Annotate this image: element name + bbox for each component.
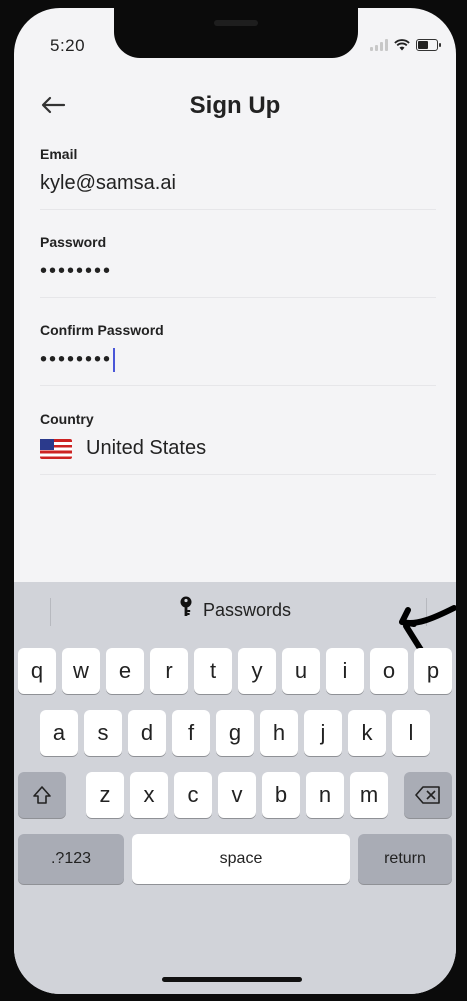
wifi-icon xyxy=(394,39,410,51)
key-k[interactable]: k xyxy=(348,710,386,756)
key-z[interactable]: z xyxy=(86,772,124,818)
key-r[interactable]: r xyxy=(150,648,188,694)
password-field[interactable]: Password •••••••• xyxy=(40,234,436,298)
notch xyxy=(114,8,358,58)
key-m[interactable]: m xyxy=(350,772,388,818)
key-j[interactable]: j xyxy=(304,710,342,756)
confirm-password-label: Confirm Password xyxy=(40,322,164,338)
status-time: 5:20 xyxy=(50,36,86,55)
speaker xyxy=(214,20,258,26)
key-h[interactable]: h xyxy=(260,710,298,756)
country-field[interactable]: Country United States xyxy=(40,411,436,475)
key-n[interactable]: n xyxy=(306,772,344,818)
keyboard-row-4: .?123 space return xyxy=(14,834,456,890)
password-value[interactable]: •••••••• xyxy=(40,260,436,288)
key-a[interactable]: a xyxy=(40,710,78,756)
key-i[interactable]: i xyxy=(326,648,364,694)
nav-bar: Sign Up xyxy=(14,86,456,126)
confirm-password-input[interactable]: •••••••• xyxy=(40,348,436,376)
email-label: Email xyxy=(40,146,78,162)
key-o[interactable]: o xyxy=(370,648,408,694)
shift-key[interactable] xyxy=(18,772,66,818)
country-select[interactable]: United States xyxy=(40,437,436,465)
text-caret xyxy=(113,348,116,372)
battery-icon xyxy=(416,39,441,51)
status-icons xyxy=(370,39,441,51)
confirm-password-value: •••••••• xyxy=(40,348,113,371)
passwords-label: Passwords xyxy=(202,599,292,620)
keyboard-row-1: qwertyuiop xyxy=(14,648,456,698)
numbers-key[interactable]: .?123 xyxy=(18,834,124,884)
key-c[interactable]: c xyxy=(174,772,212,818)
key-e[interactable]: e xyxy=(106,648,144,694)
key-p[interactable]: p xyxy=(414,648,452,694)
separator xyxy=(50,598,51,626)
key-s[interactable]: s xyxy=(84,710,122,756)
country-value: United States xyxy=(86,437,207,459)
key-v[interactable]: v xyxy=(218,772,256,818)
key-b[interactable]: b xyxy=(262,772,300,818)
confirm-password-field[interactable]: Confirm Password •••••••• xyxy=(40,322,436,386)
divider xyxy=(40,297,436,298)
divider xyxy=(40,209,436,210)
key-u[interactable]: u xyxy=(282,648,320,694)
phone-screen: 5:20 Sign Up Email kyle@samsa.ai Passwor… xyxy=(14,8,456,994)
space-key[interactable]: space xyxy=(132,834,350,884)
passwords-suggestion-bar[interactable]: Passwords xyxy=(14,582,456,672)
page-title: Sign Up xyxy=(189,92,281,119)
cellular-signal-icon xyxy=(370,39,388,51)
key-w[interactable]: w xyxy=(62,648,100,694)
email-value[interactable]: kyle@samsa.ai xyxy=(40,172,436,200)
shift-icon xyxy=(33,786,51,804)
password-label: Password xyxy=(40,234,107,250)
key-q[interactable]: q xyxy=(18,648,56,694)
key-y[interactable]: y xyxy=(238,648,276,694)
key-g[interactable]: g xyxy=(216,710,254,756)
delete-key[interactable] xyxy=(404,772,452,818)
return-key[interactable]: return xyxy=(358,834,452,884)
country-label: Country xyxy=(40,411,94,427)
keyboard-row-2: asdfghjkl xyxy=(14,710,456,760)
delete-icon xyxy=(415,786,440,804)
divider xyxy=(40,474,436,475)
divider xyxy=(40,385,436,386)
key-d[interactable]: d xyxy=(128,710,166,756)
key-x[interactable]: x xyxy=(130,772,168,818)
key-t[interactable]: t xyxy=(194,648,232,694)
home-indicator xyxy=(162,977,302,982)
key-f[interactable]: f xyxy=(172,710,210,756)
key-l[interactable]: l xyxy=(392,710,430,756)
key-icon xyxy=(179,596,193,624)
email-field[interactable]: Email kyle@samsa.ai xyxy=(40,146,436,210)
keyboard-row-3: zxcvbnm xyxy=(14,772,456,822)
us-flag-icon xyxy=(40,438,72,459)
keyboard: Passwords qwertyuiop asdfghjkl zxcvbnm .… xyxy=(14,582,456,994)
